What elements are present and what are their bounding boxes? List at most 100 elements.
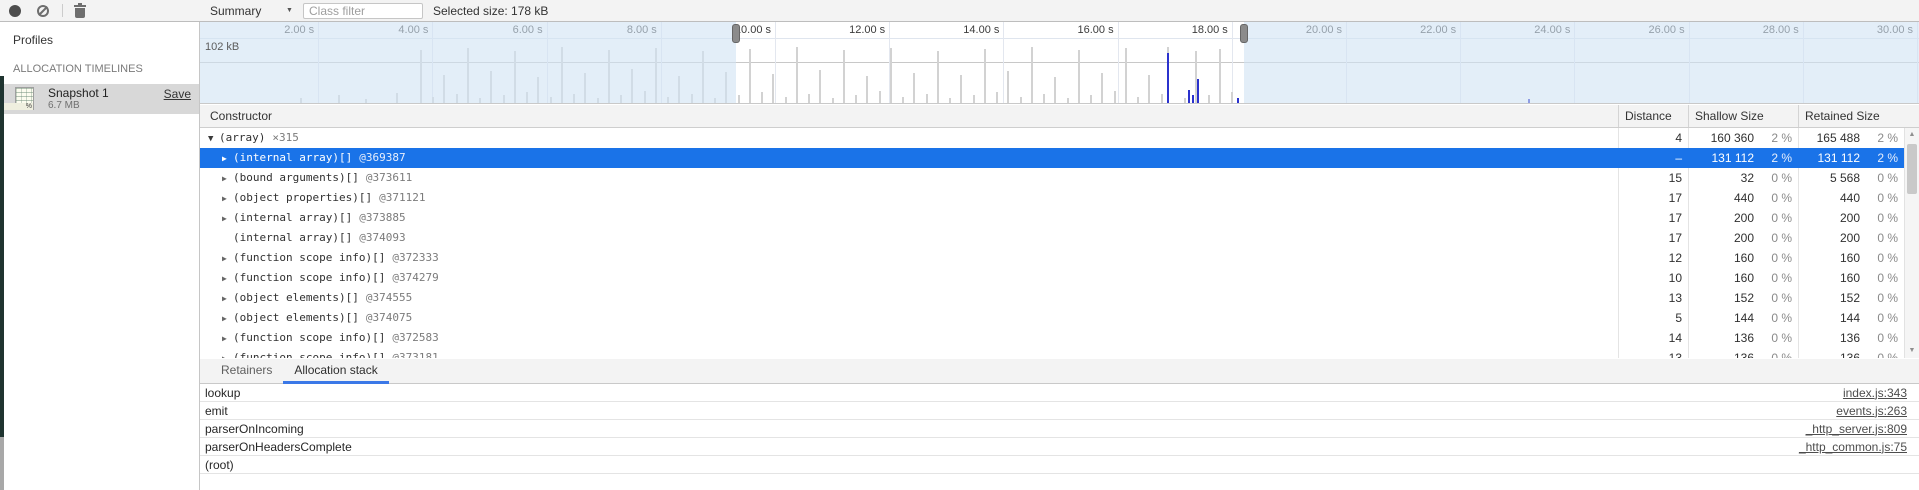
table-row[interactable]: (internal array)[]@374093172000 %2000 % xyxy=(200,228,1904,248)
chevron-down-icon[interactable]: ▼ xyxy=(286,0,293,22)
distance-value: 5 xyxy=(1618,308,1688,328)
allocation-timeline-overview[interactable]: 2.00 s4.00 s6.00 s8.00 s10.00 s12.00 s14… xyxy=(200,22,1919,104)
object-id: @372333 xyxy=(392,251,438,264)
table-row[interactable]: ▶(internal array)[]@373885172000 %2000 % xyxy=(200,208,1904,228)
column-header-distance[interactable]: Distance xyxy=(1618,105,1688,127)
stack-frame-row[interactable]: parserOnHeadersComplete_http_common.js:7… xyxy=(200,438,1919,456)
object-id: @369387 xyxy=(359,151,405,164)
retained-size-percent: 0 % xyxy=(1868,168,1904,188)
allocation-bar-live xyxy=(1188,90,1190,103)
constructor-name: (object properties)[] xyxy=(233,191,372,204)
record-icon[interactable] xyxy=(9,5,21,17)
object-id: @373611 xyxy=(366,171,412,184)
distance-value: 12 xyxy=(1618,248,1688,268)
retained-size-value: 200 xyxy=(1799,208,1868,228)
sidebar-item-snapshot-1[interactable]: % Snapshot 1 6.7 MB Save xyxy=(0,84,199,114)
constructor-name: (function scope info)[] xyxy=(233,351,385,358)
table-row[interactable]: ▶(object elements)[]@37407551440 %1440 % xyxy=(200,308,1904,328)
allocation-bar xyxy=(1090,95,1092,103)
table-scrollbar[interactable]: ▲ ▼ xyxy=(1904,128,1919,358)
expand-icon[interactable]: ▶ xyxy=(222,209,233,228)
selection-handle-right[interactable] xyxy=(1240,24,1248,43)
shallow-size-value: 200 xyxy=(1689,208,1762,228)
shallow-size-value: 32 xyxy=(1689,168,1762,188)
column-header-retained-size[interactable]: Retained Size xyxy=(1798,105,1919,127)
stack-frame-row[interactable]: (root) xyxy=(200,456,1919,474)
column-header-shallow-size[interactable]: Shallow Size xyxy=(1688,105,1798,127)
table-row[interactable]: ▶(function scope info)[]@373181131360 %1… xyxy=(200,348,1904,358)
time-gridline xyxy=(775,22,776,103)
expand-icon[interactable]: ▶ xyxy=(222,309,233,328)
distance-value: 17 xyxy=(1618,208,1688,228)
allocation-bar xyxy=(761,92,763,103)
expand-icon[interactable]: ▶ xyxy=(222,349,233,358)
table-row[interactable]: ▶(function scope info)[]@372333121600 %1… xyxy=(200,248,1904,268)
tab-allocation-stack[interactable]: Allocation stack xyxy=(283,359,388,384)
time-tick-label: 16.00 s xyxy=(1006,24,1114,37)
shallow-size-value: 152 xyxy=(1689,288,1762,308)
expand-icon[interactable]: ▶ xyxy=(222,249,233,268)
allocation-bar xyxy=(937,51,939,103)
allocation-bar-live xyxy=(1167,53,1169,103)
selection-handle-left[interactable] xyxy=(732,24,740,43)
collapse-icon[interactable]: ▼ xyxy=(208,129,219,148)
scroll-down-icon[interactable]: ▼ xyxy=(1905,344,1919,358)
time-tick-label: 12.00 s xyxy=(777,24,885,37)
table-row[interactable]: ▶(object properties)[]@371121174400 %440… xyxy=(200,188,1904,208)
source-location-link[interactable]: index.js:343 xyxy=(1843,386,1919,400)
expand-icon[interactable]: ▶ xyxy=(222,269,233,288)
table-row[interactable]: ▶(bound arguments)[]@37361115320 %5 5680… xyxy=(200,168,1904,188)
shallow-size-percent: 0 % xyxy=(1762,268,1798,288)
table-row[interactable]: ▶(internal array)[]@369387–131 1122 %131… xyxy=(200,148,1904,168)
tab-retainers[interactable]: Retainers xyxy=(210,359,283,384)
frame-function-name: parserOnHeadersComplete xyxy=(200,440,1799,454)
scroll-up-icon[interactable]: ▲ xyxy=(1905,128,1919,142)
shallow-size-percent: 2 % xyxy=(1762,148,1798,168)
profiles-sidebar: Profiles ALLOCATION TIMELINES % Snapshot… xyxy=(0,22,200,490)
table-row[interactable]: ▶(function scope info)[]@372583141360 %1… xyxy=(200,328,1904,348)
snapshot-name: Snapshot 1 xyxy=(48,86,109,100)
retained-size-percent: 0 % xyxy=(1868,288,1904,308)
retained-size-value: 440 xyxy=(1799,188,1868,208)
expand-icon[interactable]: ▶ xyxy=(222,189,233,208)
source-location-link[interactable]: _http_common.js:75 xyxy=(1799,440,1919,454)
object-id: @374555 xyxy=(366,291,412,304)
constructor-name: (function scope info)[] xyxy=(233,331,385,344)
allocation-bar xyxy=(1137,97,1139,103)
column-header-constructor[interactable]: Constructor xyxy=(200,105,1618,127)
heap-grid-rows: ▼(array)×3154160 3602 %165 4882 %▶(inter… xyxy=(200,128,1904,358)
allocation-bar xyxy=(738,95,740,103)
allocation-bar xyxy=(819,70,821,103)
allocation-bar xyxy=(1161,94,1163,103)
allocation-bar xyxy=(949,98,951,103)
save-link[interactable]: Save xyxy=(164,87,191,101)
expand-icon[interactable]: ▶ xyxy=(222,329,233,348)
time-tick-label: 14.00 s xyxy=(891,24,999,37)
expand-icon[interactable]: ▶ xyxy=(222,169,233,188)
stack-frame-row[interactable]: lookupindex.js:343 xyxy=(200,384,1919,402)
stack-frame-row[interactable]: parserOnIncoming_http_server.js:809 xyxy=(200,420,1919,438)
table-row[interactable]: ▶(function scope info)[]@374279101600 %1… xyxy=(200,268,1904,288)
expand-icon[interactable]: ▶ xyxy=(222,289,233,308)
allocation-bar xyxy=(973,95,975,103)
stack-frame-row[interactable]: emitevents.js:263 xyxy=(200,402,1919,420)
allocation-bar xyxy=(1219,49,1221,103)
source-location-link[interactable]: events.js:263 xyxy=(1836,404,1919,418)
shallow-size-percent: 2 % xyxy=(1762,128,1798,148)
source-location-link[interactable]: _http_server.js:809 xyxy=(1806,422,1919,436)
delete-profile-icon[interactable] xyxy=(74,4,86,18)
distance-value: 10 xyxy=(1618,268,1688,288)
retained-size-percent: 0 % xyxy=(1868,268,1904,288)
clear-all-icon[interactable] xyxy=(37,5,49,17)
class-filter-input[interactable] xyxy=(303,3,423,19)
shallow-size-percent: 0 % xyxy=(1762,188,1798,208)
scrollbar-thumb[interactable] xyxy=(1907,144,1917,194)
table-row[interactable]: ▶(object elements)[]@374555131520 %1520 … xyxy=(200,288,1904,308)
expand-icon[interactable]: ▶ xyxy=(222,149,233,168)
toolbar-separator xyxy=(62,4,63,17)
allocation-bar xyxy=(1078,50,1080,103)
retained-size-percent: 0 % xyxy=(1868,328,1904,348)
table-row[interactable]: ▼(array)×3154160 3602 %165 4882 % xyxy=(200,128,1904,148)
retained-size-value: 5 568 xyxy=(1799,168,1868,188)
perspective-select[interactable]: Summary xyxy=(210,0,261,22)
